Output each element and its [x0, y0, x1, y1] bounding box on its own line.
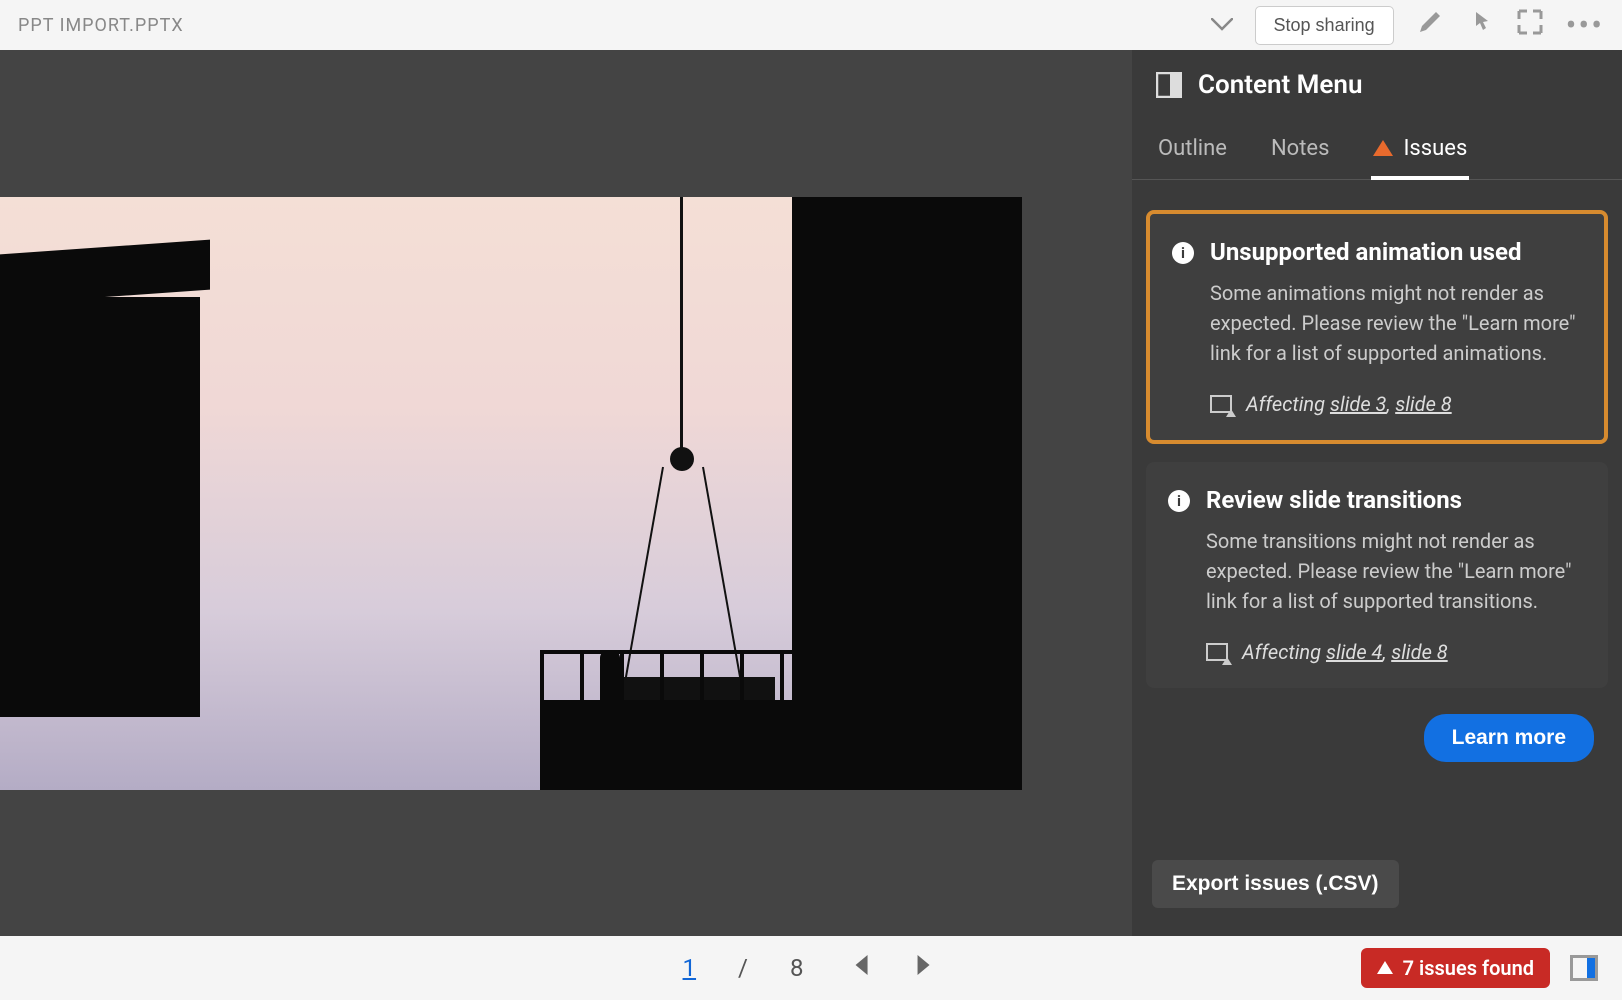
learn-more-row: Learn more	[1146, 706, 1608, 782]
last-slide-button[interactable]	[913, 952, 939, 984]
total-pages: 8	[790, 954, 804, 982]
tab-issues[interactable]: Issues	[1371, 124, 1469, 179]
slide-link[interactable]: slide 4	[1326, 640, 1382, 664]
warning-icon	[1377, 961, 1393, 974]
issue-affecting: Affecting slide 4, slide 8	[1206, 640, 1586, 664]
tab-outline[interactable]: Outline	[1156, 124, 1229, 179]
top-bar: PPT IMPORT.PPTX Stop sharing •••	[0, 0, 1622, 50]
slide-preview	[0, 197, 1022, 790]
page-separator: /	[738, 954, 748, 982]
content-menu-panel: Content Menu Outline Notes Issues i Unsu…	[1132, 50, 1622, 936]
current-page[interactable]: 1	[683, 954, 697, 982]
stop-sharing-button[interactable]: Stop sharing	[1255, 6, 1394, 45]
footer-bar: 1 / 8 7 issues found	[0, 936, 1622, 1000]
issues-found-badge[interactable]: 7 issues found	[1361, 948, 1550, 988]
issue-description: Some animations might not render as expe…	[1210, 278, 1582, 368]
info-icon: i	[1172, 242, 1194, 264]
fullscreen-icon[interactable]	[1516, 8, 1544, 42]
slide-canvas-area	[0, 50, 1132, 936]
panel-header: Content Menu	[1132, 50, 1622, 124]
slide-link[interactable]: slide 8	[1391, 640, 1447, 664]
affecting-label: Affecting	[1242, 640, 1321, 664]
chevron-down-icon[interactable]	[1211, 13, 1233, 37]
affecting-label: Affecting	[1246, 392, 1325, 416]
info-icon: i	[1168, 490, 1190, 512]
panel-title: Content Menu	[1198, 70, 1362, 100]
issue-description: Some transitions might not render as exp…	[1206, 526, 1586, 616]
first-slide-button[interactable]	[845, 952, 871, 984]
panel-tabs: Outline Notes Issues	[1132, 124, 1622, 180]
page-navigation: 1 / 8	[683, 952, 940, 984]
tab-issues-label: Issues	[1403, 136, 1467, 161]
pen-icon[interactable]	[1416, 8, 1444, 42]
export-row: Export issues (.CSV)	[1132, 844, 1622, 936]
main-area: Content Menu Outline Notes Issues i Unsu…	[0, 50, 1622, 936]
slide-link[interactable]: slide 8	[1395, 392, 1451, 416]
issue-card: i Review slide transitions Some transiti…	[1146, 462, 1608, 688]
issue-title: Unsupported animation used	[1210, 238, 1582, 266]
warning-icon	[1373, 140, 1393, 156]
slide-affected-icon	[1210, 395, 1232, 413]
tab-notes[interactable]: Notes	[1269, 124, 1331, 179]
export-issues-button[interactable]: Export issues (.CSV)	[1152, 860, 1399, 908]
issues-list[interactable]: i Unsupported animation used Some animat…	[1132, 180, 1622, 844]
file-title: PPT IMPORT.PPTX	[18, 15, 184, 36]
issue-affecting: Affecting slide 3, slide 8	[1210, 392, 1582, 416]
issue-title: Review slide transitions	[1206, 486, 1586, 514]
slide-affected-icon	[1206, 643, 1228, 661]
issue-card: i Unsupported animation used Some animat…	[1146, 210, 1608, 444]
pointer-icon[interactable]	[1466, 8, 1494, 42]
header-actions: Stop sharing •••	[1211, 6, 1604, 45]
toggle-panel-button[interactable]	[1570, 955, 1598, 981]
slide-link[interactable]: slide 3	[1330, 392, 1386, 416]
footer-right: 7 issues found	[1361, 948, 1598, 988]
panel-layout-icon	[1156, 72, 1182, 98]
learn-more-button[interactable]: Learn more	[1424, 714, 1594, 762]
issues-found-text: 7 issues found	[1403, 956, 1534, 980]
